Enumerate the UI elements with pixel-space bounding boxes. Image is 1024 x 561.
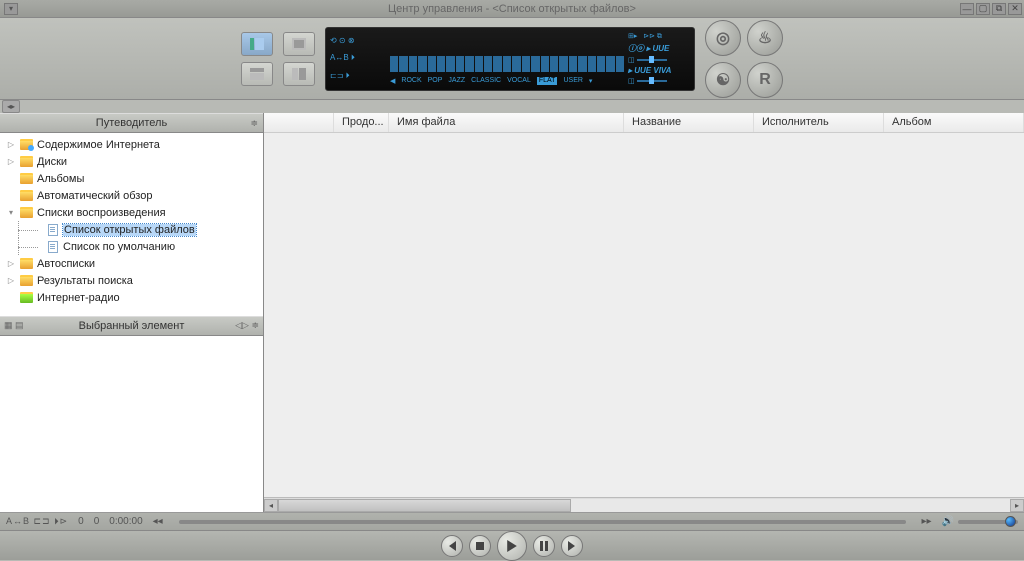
viz-top-icons[interactable]: ⟲ ⊙ ⊗ (330, 36, 386, 45)
col-filename[interactable]: Имя файла (389, 113, 624, 132)
tree-item-internet-radio[interactable]: Интернет-радио (0, 289, 263, 306)
tree-item-disks[interactable]: ▷Диски (0, 153, 263, 170)
scroll-track[interactable] (278, 499, 1010, 512)
burn-button[interactable]: ◎ (705, 20, 741, 56)
status-mode-label[interactable]: A↔B ⊏⊐ ⏵⊳ (6, 516, 68, 527)
playback-controls (0, 530, 1024, 560)
col-artist[interactable]: Исполнитель (754, 113, 884, 132)
status-time: 0:00:00 (109, 516, 142, 527)
seek-bar[interactable] (179, 520, 906, 524)
selected-title: Выбранный элемент (79, 320, 185, 332)
tree-item-auto-overview[interactable]: Автоматический обзор (0, 187, 263, 204)
restore-button[interactable]: ⧉ (992, 3, 1006, 15)
eq-preset-flat[interactable]: FLAT (537, 77, 558, 85)
viz-brand-2: ▸ UUE VIVA (628, 66, 690, 75)
scroll-thumb[interactable] (278, 499, 571, 512)
column-headers: Продо... Имя файла Название Исполнитель … (264, 113, 1024, 133)
tree-item-search-results[interactable]: ▷Результаты поиска (0, 272, 263, 289)
status-track-cur: 0 (78, 516, 84, 527)
eq-bars[interactable]: ◀ ROCK POP JAZZ CLASSIC VOCAL FLAT USER … (390, 32, 624, 86)
view-mode-3-button[interactable] (283, 32, 315, 56)
guide-title: Путеводитель (96, 117, 167, 129)
file-grid[interactable] (264, 133, 1024, 497)
eq-preset-user[interactable]: USER (563, 77, 582, 85)
minimize-button[interactable]: — (960, 3, 974, 15)
volume-icon[interactable]: 🔊 (942, 516, 954, 527)
volume-thumb[interactable] (1005, 516, 1016, 527)
close-button[interactable]: ✕ (1008, 3, 1022, 15)
eq-preset-jazz[interactable]: JAZZ (448, 77, 465, 85)
seek-fwd-button[interactable]: ▸▸ (922, 516, 932, 527)
status-track-total: 0 (94, 516, 100, 527)
tree-item-autolists[interactable]: ▷Автосписки (0, 255, 263, 272)
eq-preset-rock[interactable]: ROCK (401, 77, 421, 85)
eq-preset-vocal[interactable]: VOCAL (507, 77, 531, 85)
col-blank[interactable] (264, 113, 334, 132)
app-menu-button[interactable]: ▾ (4, 3, 18, 15)
view-mode-4-button[interactable] (283, 62, 315, 86)
content-area: Продо... Имя файла Название Исполнитель … (264, 113, 1024, 512)
status-bar: A↔B ⊏⊐ ⏵⊳ 0 0 0:00:00 ◂◂ ▸▸ 🔊 (0, 512, 1024, 530)
tree-item-playlists[interactable]: ▾Списки воспроизведения (0, 204, 263, 221)
equalizer-visualizer: ⟲ ⊙ ⊗ A↔B ⏵ ⊏⊐ ⏵ ◀ ROCK POP JAZZ CLASSIC… (325, 27, 695, 91)
prev-button[interactable] (441, 535, 463, 557)
eq-preset-pop[interactable]: POP (428, 77, 443, 85)
pause-button[interactable] (533, 535, 555, 557)
eq-preset-right[interactable]: ▾ (589, 77, 593, 85)
navigation-tree: ▷Содержимое Интернета ▷Диски Альбомы Авт… (0, 133, 263, 316)
viz-slider-1[interactable]: ◫ (628, 56, 690, 64)
tree-item-default-list[interactable]: Список по умолчанию (0, 238, 263, 255)
play-button[interactable] (497, 531, 527, 561)
guide-collapse-icon[interactable]: ≑ (250, 118, 258, 129)
selected-element-body (0, 336, 263, 513)
eq-preset-left[interactable]: ◀ (390, 77, 395, 85)
window-title: Центр управления - <Список открытых файл… (388, 3, 636, 15)
tree-item-open-files-list[interactable]: Список открытых файлов (0, 221, 263, 238)
flame-button[interactable]: ♨ (747, 20, 783, 56)
viz-brand-1: ⓘⓞ ▸ UUE (628, 43, 690, 54)
col-title[interactable]: Название (624, 113, 754, 132)
record-button[interactable]: ☯ (705, 62, 741, 98)
maximize-button[interactable]: ▢ (976, 3, 990, 15)
selected-panel-header: ▦ ▤ Выбранный элемент ◁▷ ≑ (0, 316, 263, 336)
volume-slider[interactable] (958, 520, 1018, 524)
stop-button[interactable] (469, 535, 491, 557)
seek-back-button[interactable]: ◂◂ (153, 516, 163, 527)
col-album[interactable]: Альбом (884, 113, 1024, 132)
scroll-right-button[interactable]: ▸ (1010, 499, 1024, 512)
viz-bot-label[interactable]: ⊏⊐ ⏵ (330, 71, 386, 81)
viz-slider-2[interactable]: ◫ (628, 77, 690, 85)
selected-panel-nav-icons[interactable]: ◁▷ ≑ (235, 320, 259, 331)
tree-item-internet-content[interactable]: ▷Содержимое Интернета (0, 136, 263, 153)
view-mode-1-button[interactable] (241, 32, 273, 56)
titlebar: ▾ Центр управления - <Список открытых фа… (0, 0, 1024, 18)
view-mode-2-button[interactable] (241, 62, 273, 86)
selected-panel-mode-icons[interactable]: ▦ ▤ (4, 320, 24, 331)
viz-brand-icons: ⊞▸ ⊳⊳ ⧉ (628, 33, 662, 40)
eq-preset-classic[interactable]: CLASSIC (471, 77, 501, 85)
scroll-left-button[interactable]: ◂ (264, 499, 278, 512)
main-toolbar: ⟲ ⊙ ⊗ A↔B ⏵ ⊏⊐ ⏵ ◀ ROCK POP JAZZ CLASSIC… (0, 18, 1024, 100)
sidebar: Путеводитель ≑ ▷Содержимое Интернета ▷Ди… (0, 113, 264, 512)
next-button[interactable] (561, 535, 583, 557)
viz-mid-label[interactable]: A↔B ⏵ (330, 53, 386, 63)
col-duration[interactable]: Продо... (334, 113, 389, 132)
sidebar-expand-handle[interactable]: ◂▸ (2, 100, 20, 113)
guide-panel-header: Путеводитель ≑ (0, 113, 263, 133)
r-button[interactable]: R (747, 62, 783, 98)
eq-presets: ◀ ROCK POP JAZZ CLASSIC VOCAL FLAT USER … (390, 77, 624, 85)
tree-item-albums[interactable]: Альбомы (0, 170, 263, 187)
horizontal-scrollbar: ◂ ▸ (264, 497, 1024, 512)
